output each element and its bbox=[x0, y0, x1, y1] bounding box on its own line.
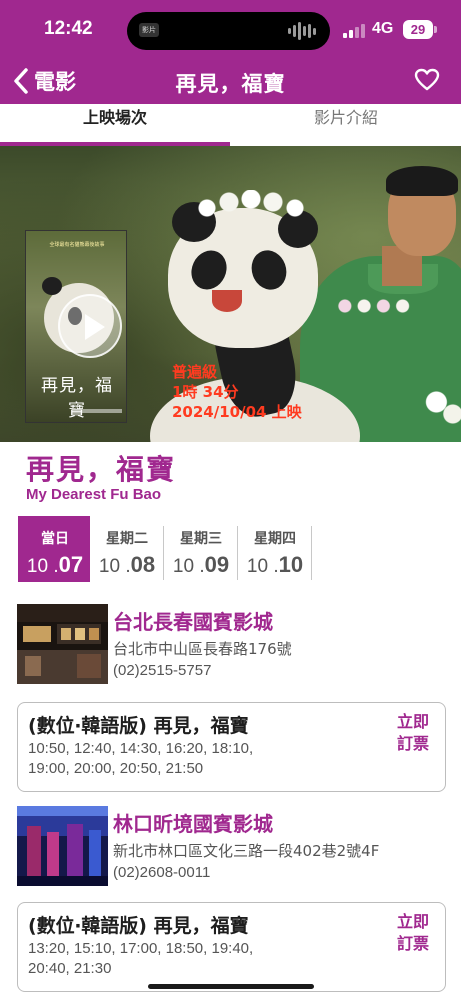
tab-bar: 上映場次 影片介紹 bbox=[0, 104, 461, 146]
date-month: 10 bbox=[98, 556, 121, 577]
home-indicator[interactable] bbox=[148, 984, 314, 989]
show-times: 10:50, 12:40, 14:30, 16:20, 18:10, 19:00… bbox=[28, 739, 368, 779]
date-weekday: 當日 bbox=[41, 531, 69, 547]
date-weekday: 星期四 bbox=[254, 531, 296, 547]
movie-title-en: My Dearest Fu Bao bbox=[26, 486, 162, 503]
heart-icon[interactable] bbox=[414, 68, 440, 92]
poster-tagline: 全球最有名貓熊幕後故事 bbox=[49, 242, 105, 248]
status-bar: 12:42 影片 4G 29 bbox=[0, 0, 461, 62]
cinema-address: 新北市林口區文化三路一段402巷2號4F bbox=[113, 842, 380, 860]
showtime-card: (數位‧韓語版) 再見，福寶 13:20, 15:10, 17:00, 18:5… bbox=[17, 902, 446, 992]
signal-icon bbox=[343, 24, 365, 38]
battery-tip bbox=[434, 26, 437, 33]
page-title: 再見，福寶 bbox=[175, 72, 286, 96]
cinema-address: 台北市中山區長春路176號 bbox=[113, 640, 292, 658]
poster-title: 再見，福寶 bbox=[41, 376, 113, 421]
top-bar: 12:42 影片 4G 29 電影 再見，福寶 bbox=[0, 0, 461, 104]
date-month: 10 bbox=[246, 556, 269, 577]
showtime-card: (數位‧韓語版) 再見，福寶 10:50, 12:40, 14:30, 16:2… bbox=[17, 702, 446, 792]
show-title: (數位‧韓語版) 再見，福寶 bbox=[28, 915, 249, 937]
show-times-line[interactable]: 19:00, 20:00, 20:50, 21:50 bbox=[28, 759, 368, 779]
show-times-line[interactable]: 10:50, 12:40, 14:30, 16:20, 18:10, bbox=[28, 739, 368, 759]
cinema-name[interactable]: 台北長春國賓影城 bbox=[113, 606, 273, 635]
buy-ticket-button[interactable]: 立即 訂票 bbox=[395, 911, 431, 955]
release-date-label: 2024/10/04 上映 bbox=[172, 403, 302, 421]
cinema-phone[interactable]: (02)2608-0011 bbox=[113, 864, 210, 881]
duration-label: 1時 34分 bbox=[172, 383, 239, 401]
cinema-photo bbox=[17, 806, 108, 886]
cinema-photo bbox=[17, 604, 108, 684]
tab-showtimes[interactable]: 上映場次 bbox=[0, 104, 230, 146]
show-title: (數位‧韓語版) 再見，福寶 bbox=[28, 715, 249, 737]
movie-info: 普遍級 1時 34分 2024/10/04 上映 bbox=[172, 362, 302, 422]
hero-banner: 全球最有名貓熊幕後故事 再見，福寶 普遍級 1時 34分 2024/10/04 … bbox=[0, 146, 461, 442]
movie-title: 再見，福寶 bbox=[26, 453, 177, 486]
island-app-icon: 影片 bbox=[139, 23, 159, 37]
show-times-line[interactable]: 20:40, 21:30 bbox=[28, 959, 368, 979]
network-label: 4G bbox=[372, 20, 394, 37]
date-month: 10 bbox=[26, 556, 49, 577]
audio-wave-icon bbox=[288, 21, 316, 41]
show-times-line[interactable]: 13:20, 15:10, 17:00, 18:50, 19:40, bbox=[28, 939, 368, 959]
play-trailer-icon[interactable] bbox=[58, 294, 122, 358]
date-day: 10 bbox=[278, 552, 304, 577]
cinema-name[interactable]: 林口昕境國賓影城 bbox=[113, 808, 273, 837]
date-item-today[interactable]: 當日 10 .07 bbox=[18, 516, 90, 582]
date-item-wed[interactable]: 星期三 10 .09 bbox=[164, 516, 238, 582]
date-day: 09 bbox=[204, 552, 230, 577]
buy-ticket-button[interactable]: 立即 訂票 bbox=[395, 711, 431, 755]
date-day: 07 bbox=[58, 552, 84, 577]
date-item-tue[interactable]: 星期二 10 .08 bbox=[90, 516, 164, 582]
dynamic-island: 影片 bbox=[127, 12, 330, 50]
date-selector: 當日 10 .07 星期二 10 .08 星期三 10 .09 星期四 10 .… bbox=[18, 516, 312, 582]
battery-icon: 29 bbox=[403, 20, 433, 39]
date-weekday: 星期二 bbox=[106, 531, 148, 547]
date-weekday: 星期三 bbox=[180, 531, 222, 547]
date-month: 10 bbox=[172, 556, 195, 577]
nav-bar: 電影 再見，福寶 bbox=[0, 62, 461, 104]
status-time: 12:42 bbox=[44, 18, 93, 39]
date-day: 08 bbox=[130, 552, 156, 577]
date-item-thu[interactable]: 星期四 10 .10 bbox=[238, 516, 312, 582]
cinema-phone[interactable]: (02)2515-5757 bbox=[113, 662, 211, 679]
show-times: 13:20, 15:10, 17:00, 18:50, 19:40, 20:40… bbox=[28, 939, 368, 979]
tab-movie-intro[interactable]: 影片介紹 bbox=[231, 104, 461, 146]
rating-label: 普遍級 bbox=[172, 363, 218, 381]
